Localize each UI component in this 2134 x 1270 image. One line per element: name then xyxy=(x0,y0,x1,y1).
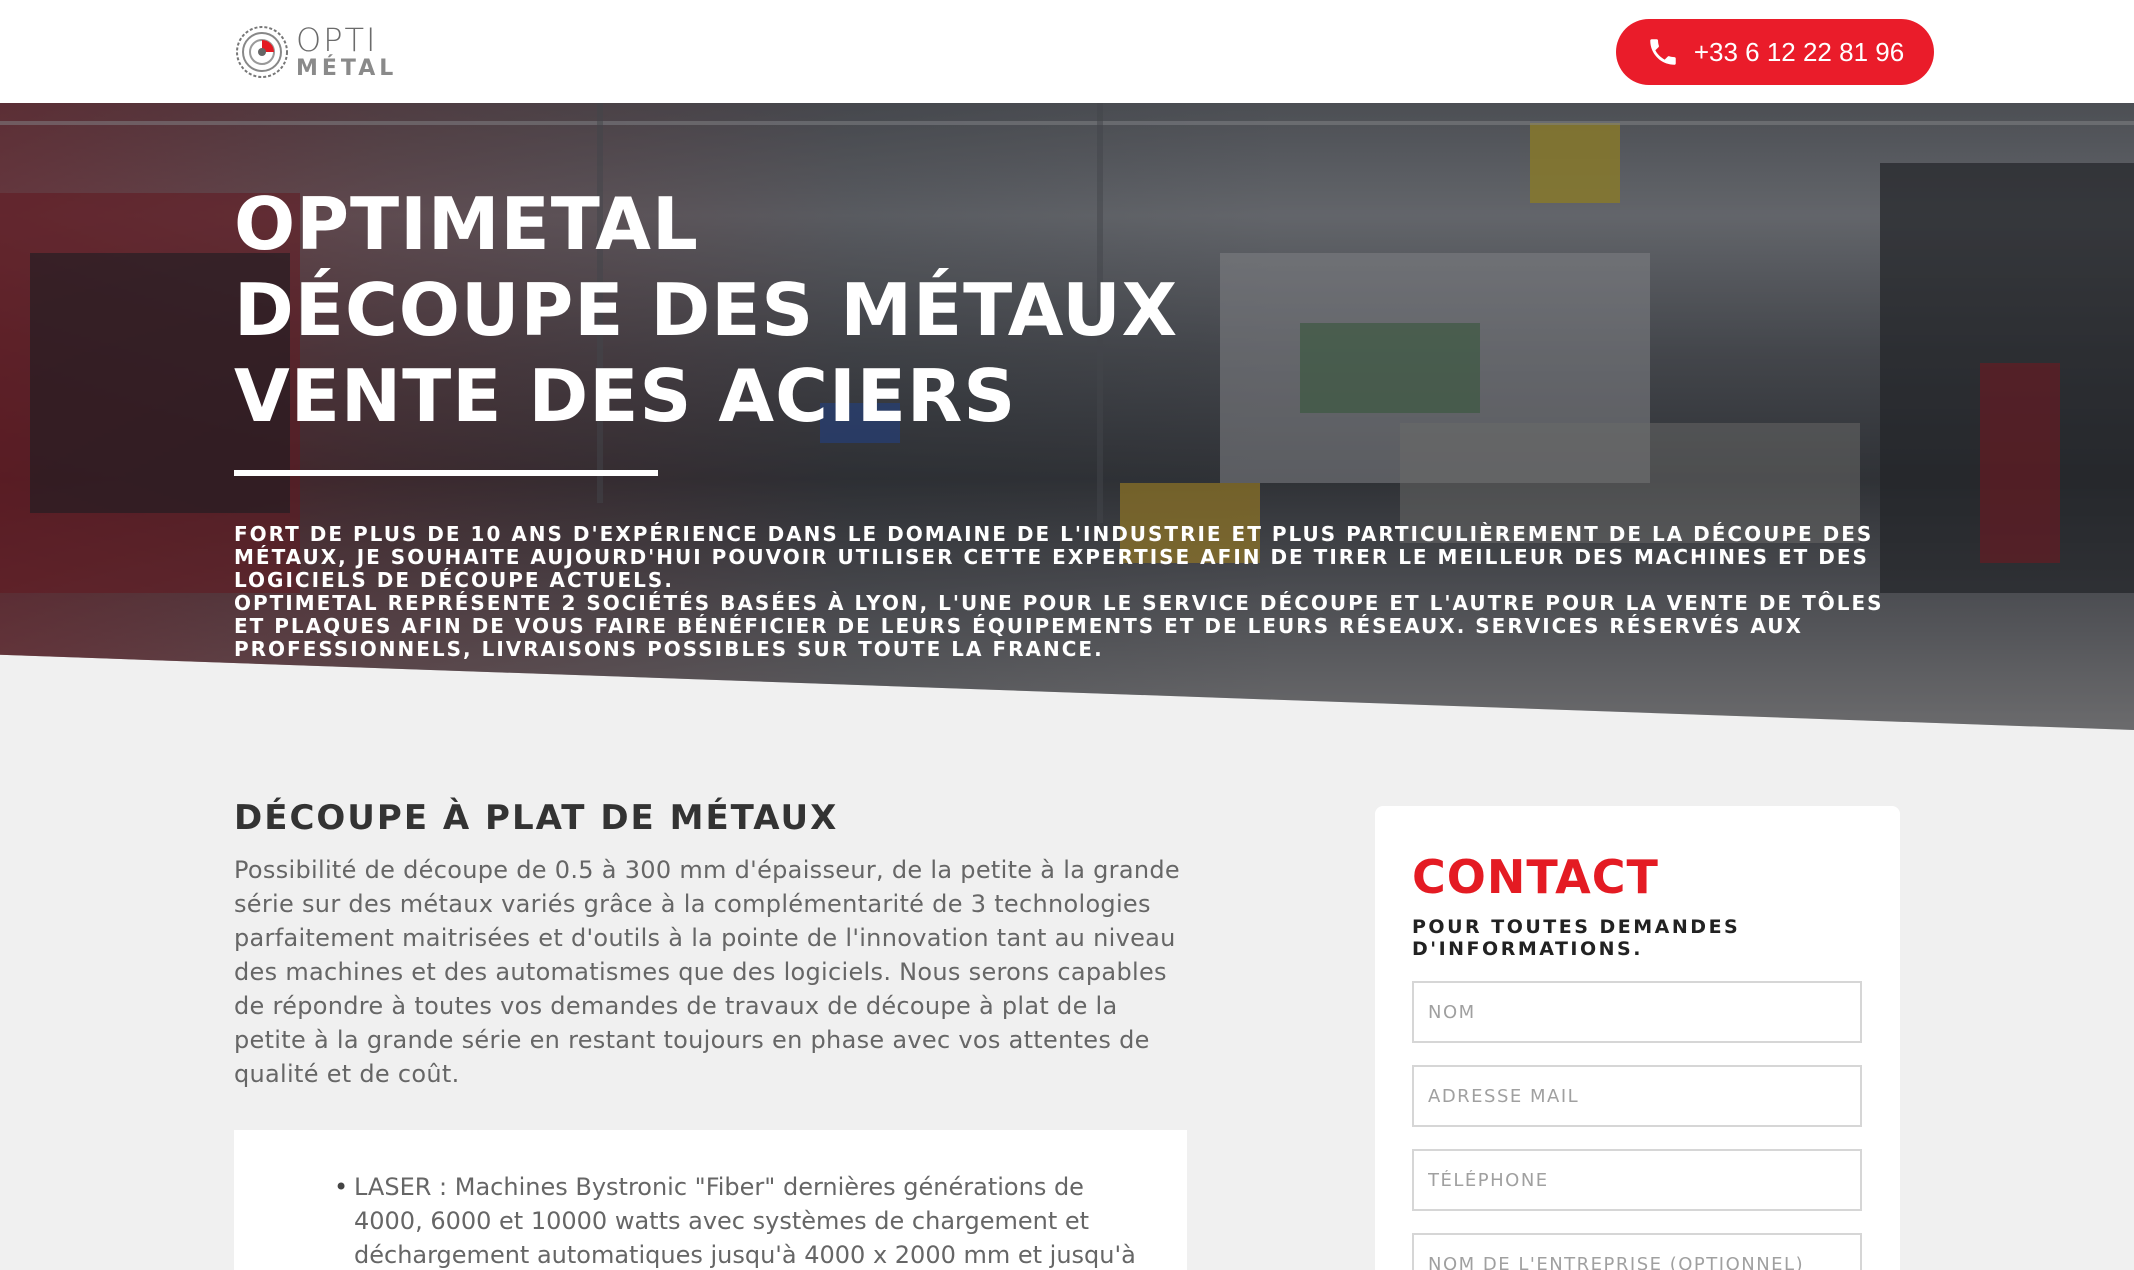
logo-mark-icon xyxy=(236,26,288,78)
phone-field[interactable] xyxy=(1412,1149,1862,1211)
phone-button[interactable]: +33 6 12 22 81 96 xyxy=(1616,19,1934,85)
site-header: OPTI MÉTAL +33 6 12 22 81 96 xyxy=(0,0,2134,103)
logo-text-top: OPTI xyxy=(296,21,378,59)
phone-number: +33 6 12 22 81 96 xyxy=(1693,36,1905,67)
contact-subtitle: POUR TOUTES DEMANDES D'INFORMATIONS. xyxy=(1412,916,1741,960)
company-field[interactable] xyxy=(1412,1233,1862,1270)
hero-paragraph: FORT DE PLUS DE 10 ANS D'EXPÉRIENCE DANS… xyxy=(234,522,1874,592)
hero-paragraph: OPTIMETAL REPRÉSENTE 2 SOCIÉTÉS BASÉES À… xyxy=(234,591,1884,661)
technology-list: LASER : Machines Bystronic "Fiber" derni… xyxy=(334,1170,1154,1270)
name-field[interactable] xyxy=(1412,981,1862,1043)
contact-card: CONTACT POUR TOUTES DEMANDES D'INFORMATI… xyxy=(1375,806,1900,1270)
technology-list-card: LASER : Machines Bystronic "Fiber" derni… xyxy=(234,1130,1187,1270)
hero-banner: OPTIMETAL DÉCOUPE DES MÉTAUX VENTE DES A… xyxy=(0,103,2134,730)
logo-text-bottom: MÉTAL xyxy=(296,56,398,81)
hero-title-line: DÉCOUPE DES MÉTAUX xyxy=(234,268,1179,352)
phone-icon xyxy=(1650,39,1676,65)
section-title: DÉCOUPE À PLAT DE MÉTAUX xyxy=(234,798,839,838)
hero-divider xyxy=(234,470,658,476)
section-body: Possibilité de découpe de 0.5 à 300 mm d… xyxy=(234,856,1180,1088)
hero-title-line: OPTIMETAL xyxy=(234,182,699,266)
hero-description: FORT DE PLUS DE 10 ANS D'EXPÉRIENCE DANS… xyxy=(234,523,1894,661)
email-field[interactable] xyxy=(1412,1065,1862,1127)
hero-title: OPTIMETAL DÉCOUPE DES MÉTAUX VENTE DES A… xyxy=(234,181,1234,439)
list-item: LASER : Machines Bystronic "Fiber" derni… xyxy=(334,1170,1154,1270)
contact-title: CONTACT xyxy=(1412,850,1659,904)
hero-title-line: VENTE DES ACIERS xyxy=(234,354,1017,438)
logo[interactable]: OPTI MÉTAL xyxy=(234,24,404,80)
